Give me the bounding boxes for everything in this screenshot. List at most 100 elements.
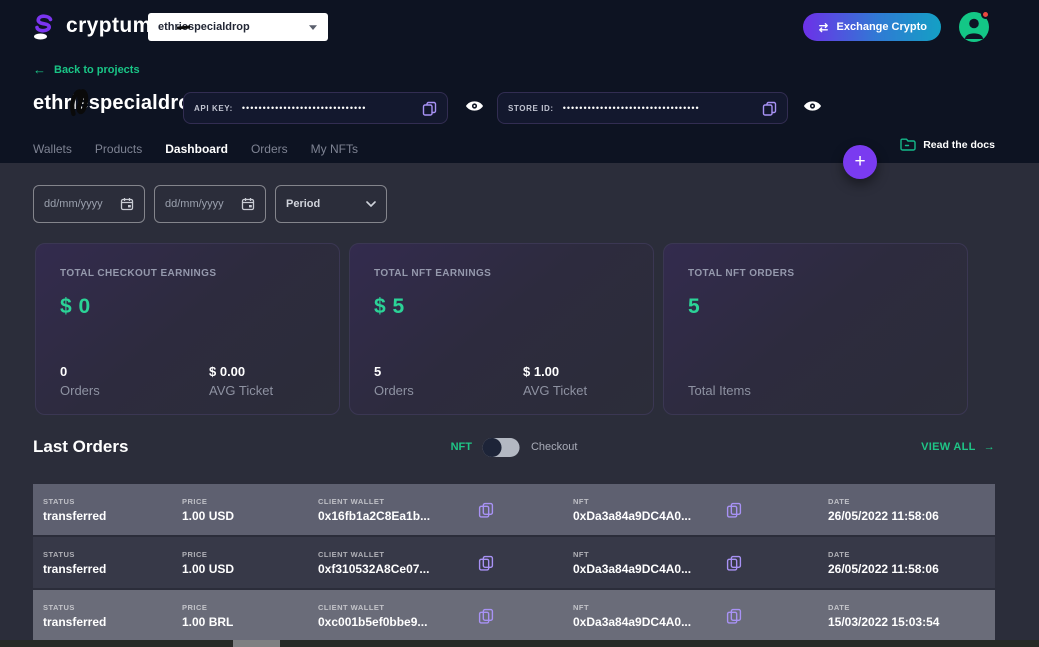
store-id-reveal-button[interactable] bbox=[803, 100, 822, 112]
user-avatar[interactable] bbox=[959, 12, 989, 42]
stat-card-nft-earnings: TOTAL NFT EARNINGS $ 5 5 Orders $ 1.00 A… bbox=[349, 243, 654, 415]
stat-card-title: TOTAL NFT EARNINGS bbox=[374, 268, 629, 279]
dashboard-content: dd/mm/yyyy dd/mm/yyyy bbox=[0, 163, 1039, 647]
api-key-masked-value: •••••••••••••••••••••••••••••• bbox=[242, 103, 416, 113]
toggle-label-checkout: Checkout bbox=[531, 441, 577, 453]
exchange-crypto-button[interactable]: Exchange Crypto bbox=[803, 13, 941, 41]
copy-icon bbox=[478, 502, 494, 518]
api-key-copy-button[interactable] bbox=[422, 101, 437, 116]
brand-logo: cryptum bbox=[28, 11, 152, 41]
metric-value: 5 bbox=[374, 364, 414, 379]
last-orders-heading: Last Orders bbox=[33, 437, 128, 457]
column-date: DATE bbox=[828, 497, 995, 506]
order-row: STATUS transferred PRICE 1.00 USD CLIENT… bbox=[33, 484, 995, 535]
api-key-label: API KEY: bbox=[194, 104, 233, 113]
project-select-suffix: specialdrop bbox=[188, 21, 250, 33]
scrollbar-thumb[interactable] bbox=[233, 640, 280, 647]
eye-icon bbox=[803, 100, 822, 112]
metric-label: Orders bbox=[374, 383, 414, 398]
stat-card-title: TOTAL NFT ORDERS bbox=[688, 268, 943, 279]
exchange-arrows-icon bbox=[817, 21, 830, 34]
order-client-wallet: 0xc001b5ef0bbe9... bbox=[318, 615, 478, 629]
view-all-label: VIEW ALL bbox=[921, 441, 976, 453]
copy-icon bbox=[478, 608, 494, 624]
date-from-placeholder: dd/mm/yyyy bbox=[44, 198, 103, 210]
calendar-icon bbox=[241, 197, 255, 211]
tab-my-nfts[interactable]: My NFTs bbox=[311, 142, 358, 165]
project-tabs: Wallets Products Dashboard Orders My NFT… bbox=[33, 142, 358, 165]
api-key-reveal-button[interactable] bbox=[465, 100, 484, 112]
copy-icon bbox=[726, 608, 742, 624]
wallet-copy-button[interactable] bbox=[478, 502, 494, 518]
stat-card-value: $ 0 bbox=[60, 295, 315, 319]
nft-checkout-toggle[interactable] bbox=[483, 438, 520, 457]
project-select-redacted: ie bbox=[179, 21, 188, 33]
date-to-placeholder: dd/mm/yyyy bbox=[165, 198, 224, 210]
order-status: transferred bbox=[43, 509, 182, 523]
stat-card-nft-orders: TOTAL NFT ORDERS 5 Total Items bbox=[663, 243, 968, 415]
wallet-copy-button[interactable] bbox=[478, 555, 494, 571]
tab-orders[interactable]: Orders bbox=[251, 142, 288, 165]
horizontal-scrollbar[interactable] bbox=[0, 640, 1039, 647]
metric-value: $ 0.00 bbox=[209, 364, 273, 379]
copy-icon bbox=[478, 555, 494, 571]
api-key-field[interactable]: API KEY: •••••••••••••••••••••••••••••• bbox=[183, 92, 448, 124]
stats-cards: TOTAL CHECKOUT EARNINGS $ 0 0 Orders $ 0… bbox=[35, 243, 968, 415]
back-arrow-icon: ← bbox=[33, 62, 46, 77]
column-date: DATE bbox=[828, 550, 995, 559]
column-nft: NFT bbox=[573, 497, 726, 506]
redaction-scribble bbox=[67, 85, 93, 119]
stat-card-value: $ 5 bbox=[374, 295, 629, 319]
order-date: 26/05/2022 11:58:06 bbox=[828, 562, 995, 576]
stat-card-value: 5 bbox=[688, 295, 943, 319]
view-all-link[interactable]: VIEW ALL → bbox=[921, 441, 995, 453]
metric-label: AVG Ticket bbox=[209, 383, 273, 398]
eye-icon bbox=[465, 100, 484, 112]
nft-copy-button[interactable] bbox=[726, 608, 742, 624]
tab-products[interactable]: Products bbox=[95, 142, 142, 165]
column-price: PRICE bbox=[182, 550, 318, 559]
nft-copy-button[interactable] bbox=[726, 502, 742, 518]
calendar-icon bbox=[120, 197, 134, 211]
column-status: STATUS bbox=[43, 603, 182, 612]
order-nft: 0xDa3a84a9DC4A0... bbox=[573, 509, 726, 523]
stat-card-title: TOTAL CHECKOUT EARNINGS bbox=[60, 268, 315, 279]
order-price: 1.00 USD bbox=[182, 509, 318, 523]
toggle-knob bbox=[483, 438, 502, 457]
tab-wallets[interactable]: Wallets bbox=[33, 142, 72, 165]
add-button[interactable]: + bbox=[843, 145, 877, 179]
read-the-docs-label: Read the docs bbox=[923, 139, 995, 151]
store-id-field[interactable]: STORE ID: ••••••••••••••••••••••••••••••… bbox=[497, 92, 788, 124]
column-date: DATE bbox=[828, 603, 995, 612]
date-from-input[interactable]: dd/mm/yyyy bbox=[33, 185, 145, 223]
order-row: STATUS transferred PRICE 1.00 USD CLIENT… bbox=[33, 537, 995, 588]
metric-label: Orders bbox=[60, 383, 100, 398]
date-to-input[interactable]: dd/mm/yyyy bbox=[154, 185, 266, 223]
back-to-projects-link[interactable]: ← Back to projects bbox=[33, 62, 140, 77]
folder-icon bbox=[900, 138, 916, 151]
period-label: Period bbox=[286, 198, 320, 210]
order-status: transferred bbox=[43, 562, 182, 576]
copy-icon bbox=[726, 502, 742, 518]
nft-copy-button[interactable] bbox=[726, 555, 742, 571]
project-select[interactable]: ethriespecialdrop bbox=[148, 13, 328, 41]
wallet-copy-button[interactable] bbox=[478, 608, 494, 624]
metric-label: Total Items bbox=[688, 383, 751, 398]
copy-icon bbox=[422, 101, 437, 116]
column-client-wallet: CLIENT WALLET bbox=[318, 603, 478, 612]
exchange-crypto-label: Exchange Crypto bbox=[837, 21, 927, 33]
order-status: transferred bbox=[43, 615, 182, 629]
read-the-docs-link[interactable]: Read the docs bbox=[900, 138, 995, 151]
filters-row: dd/mm/yyyy dd/mm/yyyy bbox=[33, 185, 387, 223]
chevron-down-icon bbox=[366, 201, 376, 207]
tab-dashboard[interactable]: Dashboard bbox=[165, 142, 228, 165]
order-row: STATUS transferred PRICE 1.00 BRL CLIENT… bbox=[33, 590, 995, 641]
copy-icon bbox=[762, 101, 777, 116]
period-select[interactable]: Period bbox=[275, 185, 387, 223]
column-client-wallet: CLIENT WALLET bbox=[318, 497, 478, 506]
store-id-copy-button[interactable] bbox=[762, 101, 777, 116]
order-date: 15/03/2022 15:03:54 bbox=[828, 615, 995, 629]
back-to-projects-label: Back to projects bbox=[54, 64, 140, 76]
column-price: PRICE bbox=[182, 603, 318, 612]
order-price: 1.00 USD bbox=[182, 562, 318, 576]
